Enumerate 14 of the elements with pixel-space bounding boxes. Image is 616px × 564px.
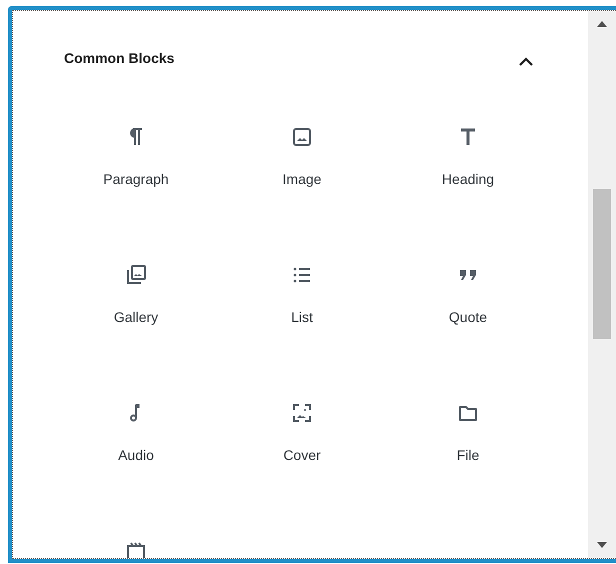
block-button[interactable]: Gallery (104, 257, 168, 334)
block-button[interactable]: Quote (438, 257, 498, 334)
block-button[interactable]: Cover (273, 395, 331, 472)
block-button[interactable]: Paragraph (93, 119, 179, 196)
block-button[interactable]: File (446, 395, 490, 472)
scroll-up-icon[interactable] (597, 21, 607, 27)
scroll-down-icon[interactable] (597, 542, 607, 548)
scroll-thumb[interactable] (593, 189, 611, 339)
block-button[interactable]: Audio (108, 395, 164, 472)
block-button[interactable]: List (280, 257, 324, 334)
block-button[interactable]: Heading (432, 119, 504, 196)
panel-title: Common Blocks (64, 49, 174, 68)
block-button[interactable]: Image (272, 119, 332, 196)
scrollbar[interactable] (588, 11, 616, 558)
